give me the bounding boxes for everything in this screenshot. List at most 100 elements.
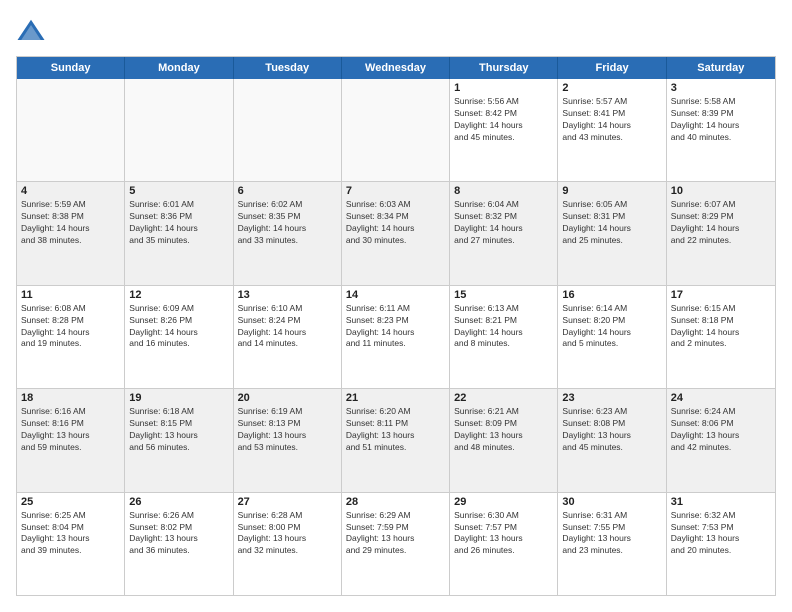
- calendar-cell: [17, 79, 125, 181]
- logo-icon: [16, 16, 46, 46]
- cell-info: Sunrise: 6:30 AM Sunset: 7:57 PM Dayligh…: [454, 510, 553, 558]
- calendar-cell: 4Sunrise: 5:59 AM Sunset: 8:38 PM Daylig…: [17, 182, 125, 284]
- calendar-cell: 8 Sunrise: 6:04 AM Sunset: 8:32 PM Daylig…: [450, 182, 558, 284]
- calendar-cell: 20Sunrise: 6:19 AM Sunset: 8:13 PM Dayli…: [234, 389, 342, 491]
- day-number: 1: [454, 82, 553, 94]
- cell-info: Sunrise: 6:10 AM Sunset: 8:24 PM Dayligh…: [238, 303, 337, 351]
- calendar-cell: 9 Sunrise: 6:05 AM Sunset: 8:31 PM Daylig…: [558, 182, 666, 284]
- weekday-header: Sunday: [17, 57, 125, 79]
- cell-info: Sunrise: 6:03 AM Sunset: 8:34 PM Dayligh…: [346, 199, 445, 247]
- calendar-cell: 2 Sunrise: 5:57 AM Sunset: 8:41 PM Daylig…: [558, 79, 666, 181]
- calendar-cell: 23 Sunrise: 6:23 AM Sunset: 8:08 PM Dayli…: [558, 389, 666, 491]
- cell-info: Sunrise: 6:07 AM Sunset: 8:29 PM Dayligh…: [671, 199, 771, 247]
- cell-info: Sunrise: 6:02 AM Sunset: 8:35 PM Dayligh…: [238, 199, 337, 247]
- day-number: 16: [562, 289, 661, 301]
- day-number: 8: [454, 185, 553, 197]
- day-number: 17: [671, 289, 771, 301]
- cell-info: Sunrise: 6:01 AM Sunset: 8:36 PM Dayligh…: [129, 199, 228, 247]
- day-number: 23: [562, 392, 661, 404]
- day-number: 10: [671, 185, 771, 197]
- calendar-cell: 31 Sunrise: 6:32 AM Sunset: 7:53 PM Dayli…: [667, 493, 775, 595]
- day-number: 31: [671, 496, 771, 508]
- calendar-cell: 21Sunrise: 6:20 AM Sunset: 8:11 PM Dayli…: [342, 389, 450, 491]
- calendar-cell: 7 Sunrise: 6:03 AM Sunset: 8:34 PM Daylig…: [342, 182, 450, 284]
- calendar: SundayMondayTuesdayWednesdayThursdayFrid…: [16, 56, 776, 596]
- cell-info: Sunrise: 6:25 AM Sunset: 8:04 PM Dayligh…: [21, 510, 120, 558]
- day-number: 11: [21, 289, 120, 301]
- calendar-cell: [234, 79, 342, 181]
- day-number: 19: [129, 392, 228, 404]
- cell-info: Sunrise: 6:15 AM Sunset: 8:18 PM Dayligh…: [671, 303, 771, 351]
- calendar-cell: 16 Sunrise: 6:14 AM Sunset: 8:20 PM Dayli…: [558, 286, 666, 388]
- calendar-cell: 13 Sunrise: 6:10 AM Sunset: 8:24 PM Dayli…: [234, 286, 342, 388]
- calendar-cell: 25 Sunrise: 6:25 AM Sunset: 8:04 PM Dayli…: [17, 493, 125, 595]
- calendar-cell: 17 Sunrise: 6:15 AM Sunset: 8:18 PM Dayli…: [667, 286, 775, 388]
- calendar-cell: 28 Sunrise: 6:29 AM Sunset: 7:59 PM Dayli…: [342, 493, 450, 595]
- calendar-row: 1Sunrise: 5:56 AM Sunset: 8:42 PM Daylig…: [17, 79, 775, 182]
- day-number: 7: [346, 185, 445, 197]
- calendar-cell: 1Sunrise: 5:56 AM Sunset: 8:42 PM Daylig…: [450, 79, 558, 181]
- day-number: 6: [238, 185, 337, 197]
- calendar-cell: 11 Sunrise: 6:08 AM Sunset: 8:28 PM Dayli…: [17, 286, 125, 388]
- calendar-row: 4Sunrise: 5:59 AM Sunset: 8:38 PM Daylig…: [17, 182, 775, 285]
- calendar-row: 18Sunrise: 6:16 AM Sunset: 8:16 PM Dayli…: [17, 389, 775, 492]
- cell-info: Sunrise: 6:31 AM Sunset: 7:55 PM Dayligh…: [562, 510, 661, 558]
- day-number: 24: [671, 392, 771, 404]
- weekday-header: Friday: [558, 57, 666, 79]
- calendar-row: 11 Sunrise: 6:08 AM Sunset: 8:28 PM Dayli…: [17, 286, 775, 389]
- calendar-cell: 5Sunrise: 6:01 AM Sunset: 8:36 PM Daylig…: [125, 182, 233, 284]
- day-number: 28: [346, 496, 445, 508]
- calendar-cell: 29 Sunrise: 6:30 AM Sunset: 7:57 PM Dayli…: [450, 493, 558, 595]
- weekday-header: Thursday: [450, 57, 558, 79]
- calendar-cell: 18Sunrise: 6:16 AM Sunset: 8:16 PM Dayli…: [17, 389, 125, 491]
- calendar-cell: 3 Sunrise: 5:58 AM Sunset: 8:39 PM Daylig…: [667, 79, 775, 181]
- day-number: 2: [562, 82, 661, 94]
- cell-info: Sunrise: 6:26 AM Sunset: 8:02 PM Dayligh…: [129, 510, 228, 558]
- calendar-cell: [342, 79, 450, 181]
- calendar-cell: 24 Sunrise: 6:24 AM Sunset: 8:06 PM Dayli…: [667, 389, 775, 491]
- cell-info: Sunrise: 6:08 AM Sunset: 8:28 PM Dayligh…: [21, 303, 120, 351]
- calendar-cell: 14Sunrise: 6:11 AM Sunset: 8:23 PM Dayli…: [342, 286, 450, 388]
- day-number: 27: [238, 496, 337, 508]
- cell-info: Sunrise: 6:05 AM Sunset: 8:31 PM Dayligh…: [562, 199, 661, 247]
- day-number: 9: [562, 185, 661, 197]
- cell-info: Sunrise: 6:09 AM Sunset: 8:26 PM Dayligh…: [129, 303, 228, 351]
- calendar-cell: 19Sunrise: 6:18 AM Sunset: 8:15 PM Dayli…: [125, 389, 233, 491]
- calendar-cell: 15Sunrise: 6:13 AM Sunset: 8:21 PM Dayli…: [450, 286, 558, 388]
- cell-info: Sunrise: 6:28 AM Sunset: 8:00 PM Dayligh…: [238, 510, 337, 558]
- calendar-cell: 22 Sunrise: 6:21 AM Sunset: 8:09 PM Dayli…: [450, 389, 558, 491]
- day-number: 12: [129, 289, 228, 301]
- calendar-header: SundayMondayTuesdayWednesdayThursdayFrid…: [17, 57, 775, 79]
- day-number: 21: [346, 392, 445, 404]
- weekday-header: Saturday: [667, 57, 775, 79]
- day-number: 26: [129, 496, 228, 508]
- day-number: 13: [238, 289, 337, 301]
- cell-info: Sunrise: 6:16 AM Sunset: 8:16 PM Dayligh…: [21, 406, 120, 454]
- cell-info: Sunrise: 6:11 AM Sunset: 8:23 PM Dayligh…: [346, 303, 445, 351]
- day-number: 3: [671, 82, 771, 94]
- calendar-cell: 30 Sunrise: 6:31 AM Sunset: 7:55 PM Dayli…: [558, 493, 666, 595]
- calendar-cell: 27 Sunrise: 6:28 AM Sunset: 8:00 PM Dayli…: [234, 493, 342, 595]
- weekday-header: Monday: [125, 57, 233, 79]
- page-header: [16, 16, 776, 46]
- day-number: 4: [21, 185, 120, 197]
- day-number: 22: [454, 392, 553, 404]
- cell-info: Sunrise: 5:58 AM Sunset: 8:39 PM Dayligh…: [671, 96, 771, 144]
- cell-info: Sunrise: 6:04 AM Sunset: 8:32 PM Dayligh…: [454, 199, 553, 247]
- cell-info: Sunrise: 5:57 AM Sunset: 8:41 PM Dayligh…: [562, 96, 661, 144]
- day-number: 29: [454, 496, 553, 508]
- cell-info: Sunrise: 6:23 AM Sunset: 8:08 PM Dayligh…: [562, 406, 661, 454]
- cell-info: Sunrise: 6:29 AM Sunset: 7:59 PM Dayligh…: [346, 510, 445, 558]
- calendar-cell: [125, 79, 233, 181]
- weekday-header: Wednesday: [342, 57, 450, 79]
- day-number: 20: [238, 392, 337, 404]
- calendar-cell: 10 Sunrise: 6:07 AM Sunset: 8:29 PM Dayli…: [667, 182, 775, 284]
- logo: [16, 16, 52, 46]
- cell-info: Sunrise: 6:21 AM Sunset: 8:09 PM Dayligh…: [454, 406, 553, 454]
- cell-info: Sunrise: 6:14 AM Sunset: 8:20 PM Dayligh…: [562, 303, 661, 351]
- day-number: 25: [21, 496, 120, 508]
- cell-info: Sunrise: 6:32 AM Sunset: 7:53 PM Dayligh…: [671, 510, 771, 558]
- cell-info: Sunrise: 6:24 AM Sunset: 8:06 PM Dayligh…: [671, 406, 771, 454]
- calendar-cell: 26 Sunrise: 6:26 AM Sunset: 8:02 PM Dayli…: [125, 493, 233, 595]
- day-number: 30: [562, 496, 661, 508]
